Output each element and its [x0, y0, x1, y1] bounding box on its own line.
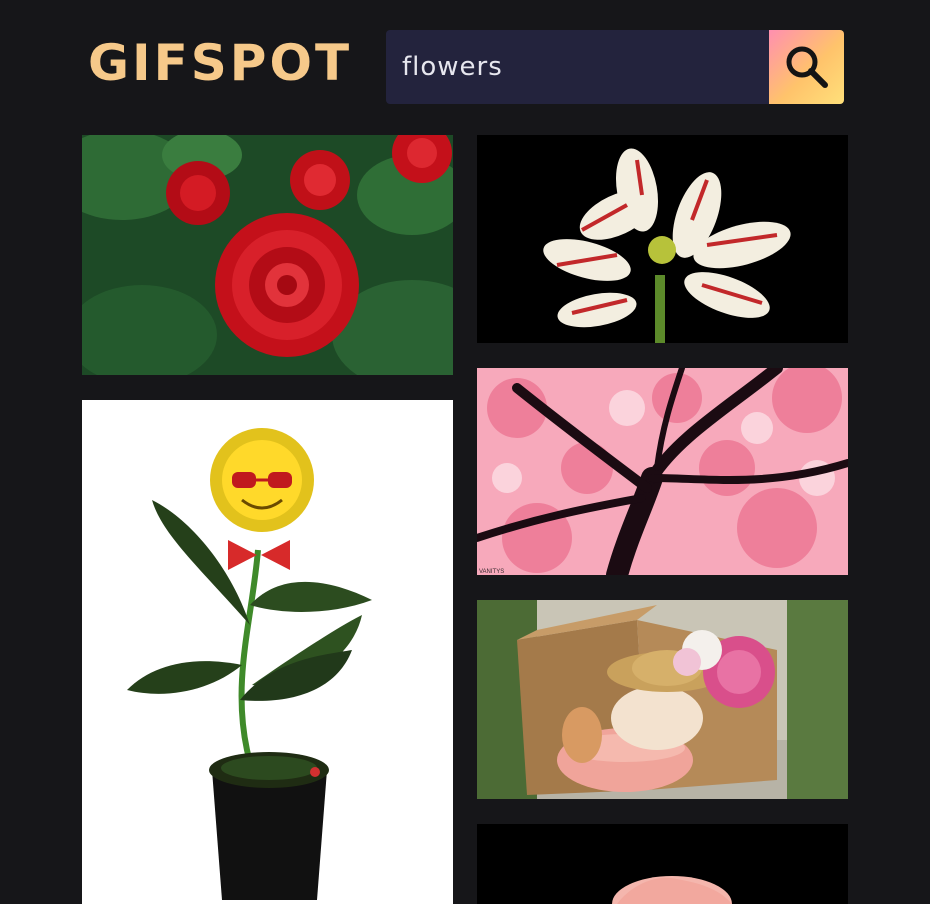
dancing-sunflower-image [82, 400, 453, 904]
watermark-text: VANITYS [479, 569, 504, 575]
site-logo[interactable]: GIFSPOT [88, 34, 352, 92]
search-input[interactable] [386, 30, 769, 104]
search-icon [786, 46, 828, 88]
gif-result-cat-flower-hat[interactable] [477, 600, 848, 799]
header: GIFSPOT [0, 0, 930, 130]
red-roses-image [82, 135, 453, 375]
gif-result-amaryllis[interactable] [477, 135, 848, 343]
pink-rose-image [477, 824, 848, 904]
gif-result-pink-rose[interactable] [477, 824, 848, 904]
search-button[interactable] [769, 30, 844, 104]
search-bar [386, 30, 844, 104]
gif-result-cherry-blossom[interactable]: VANITYS [477, 368, 848, 575]
amaryllis-image [477, 135, 848, 343]
gif-result-red-roses[interactable] [82, 135, 453, 375]
gif-result-dancing-sunflower[interactable] [82, 400, 453, 904]
cat-flower-hat-image [477, 600, 848, 799]
cherry-blossom-image: VANITYS [477, 368, 848, 575]
